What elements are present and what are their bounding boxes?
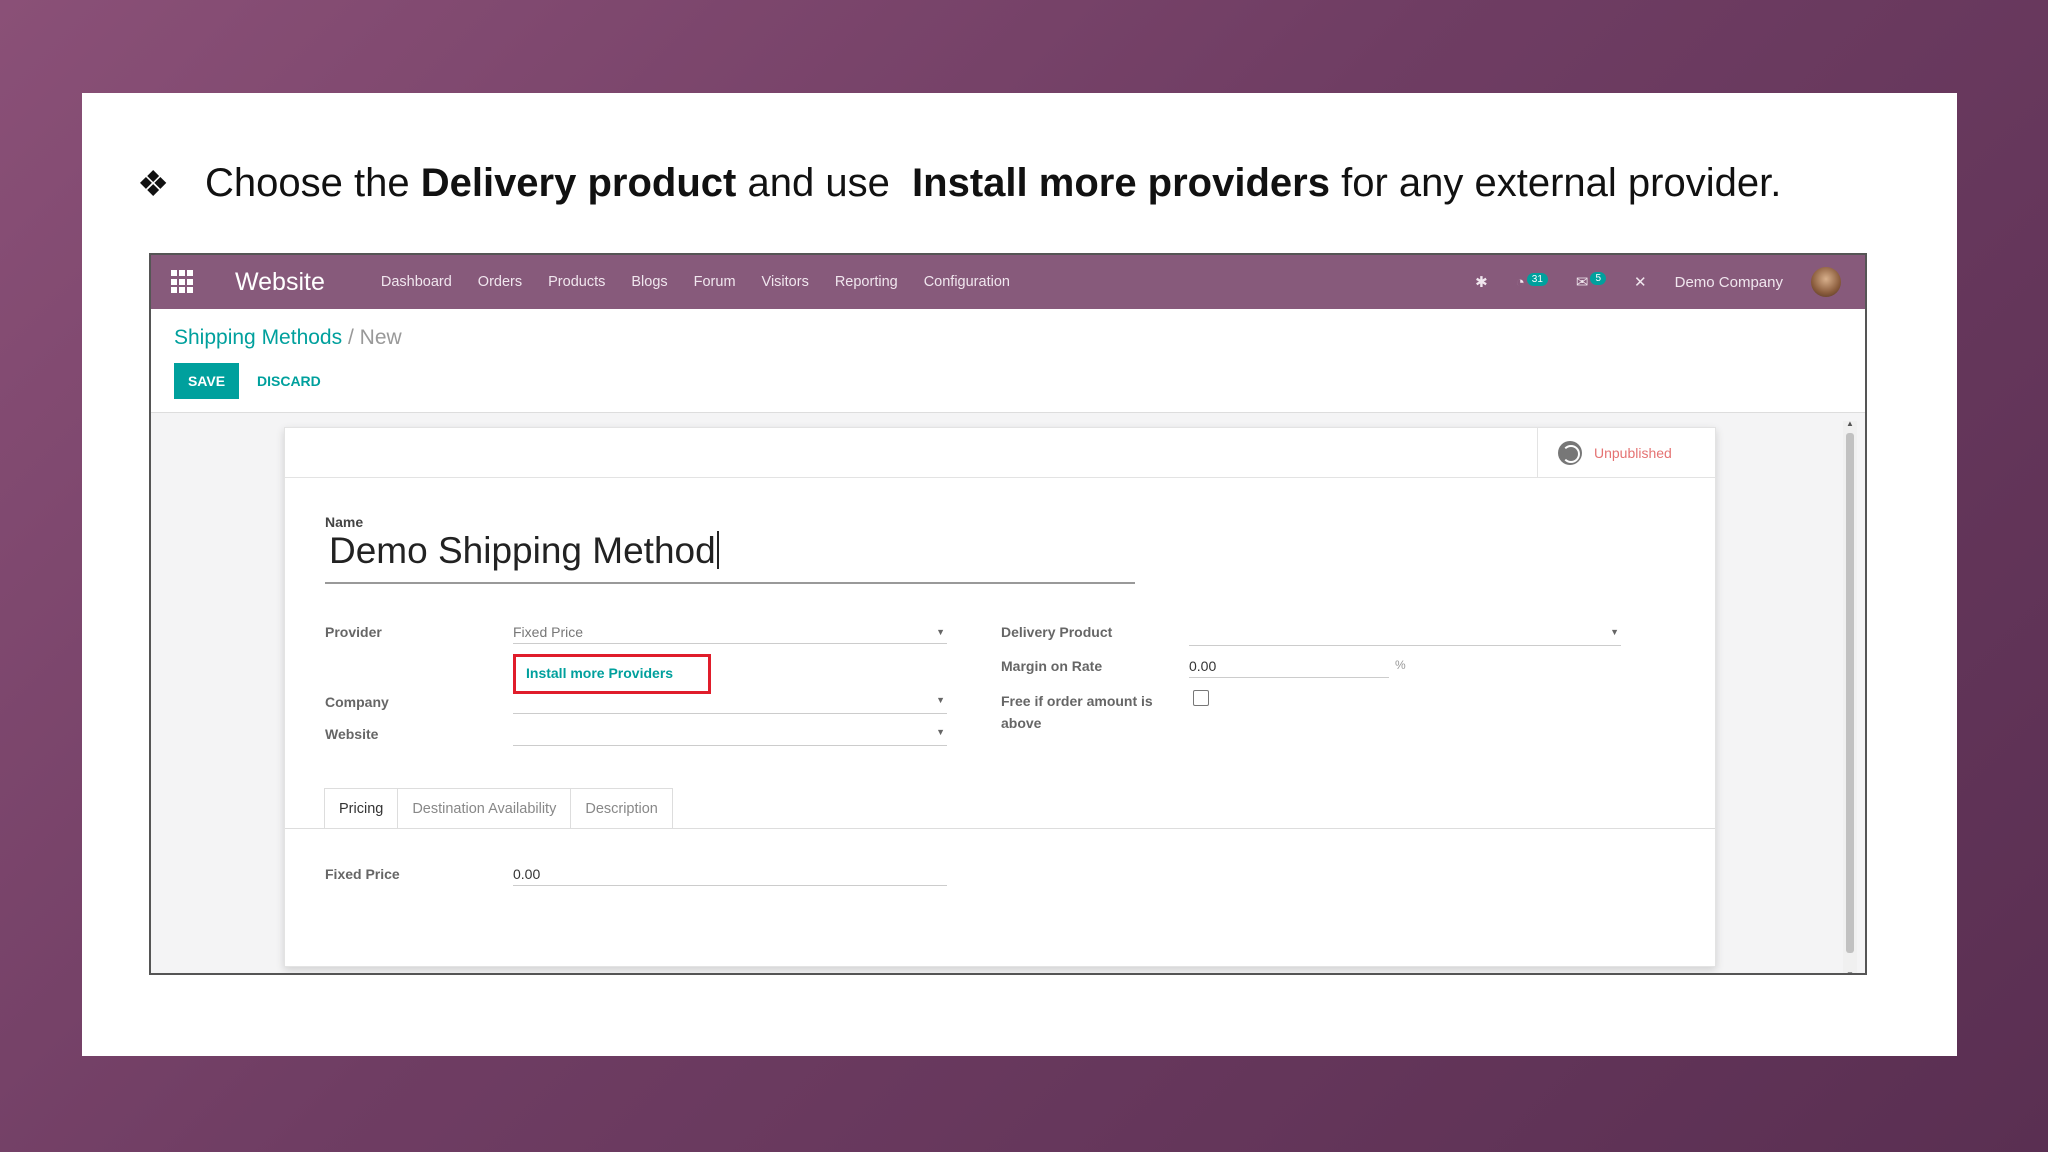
menu-reporting[interactable]: Reporting <box>835 274 898 290</box>
instruction-text: ❖ Choose the Delivery product and use Ins… <box>137 161 1781 206</box>
caret-down-icon: ▼ <box>1610 627 1619 637</box>
activity-icon[interactable]: ◔ 31 <box>1516 272 1548 291</box>
fixed-price-label: Fixed Price <box>325 866 400 882</box>
delivery-product-select[interactable]: ▼ <box>1189 624 1621 646</box>
slide-panel: ❖ Choose the Delivery product and use Ins… <box>82 93 1957 1056</box>
bullet-icon: ❖ <box>137 163 170 204</box>
menu-configuration[interactable]: Configuration <box>924 274 1010 290</box>
instruction-part1: Choose the <box>205 161 421 205</box>
control-panel: Shipping Methods / New SAVE DISCARD <box>151 309 1865 413</box>
bug-icon[interactable]: ✱ <box>1475 273 1488 291</box>
discard-button[interactable]: DISCARD <box>257 373 321 389</box>
fixed-price-value: 0.00 <box>513 866 541 882</box>
breadcrumb-separator: / <box>347 326 354 349</box>
activity-count-badge: 31 <box>1526 272 1548 286</box>
breadcrumb-current: New <box>359 326 402 349</box>
company-label: Company <box>325 694 389 710</box>
delivery-product-label: Delivery Product <box>1001 624 1113 640</box>
tab-destination-availability[interactable]: Destination Availability <box>397 788 572 828</box>
systray: ✱ ◔ 31 ✉ 5 ✕ Demo Company <box>1475 267 1841 297</box>
provider-select[interactable]: Fixed Price ▼ <box>513 624 947 644</box>
company-switcher[interactable]: Demo Company <box>1675 274 1783 291</box>
tools-icon[interactable]: ✕ <box>1634 273 1647 291</box>
publish-toggle[interactable]: Unpublished <box>1537 428 1715 478</box>
tabs-divider <box>285 828 1715 829</box>
user-avatar[interactable] <box>1811 267 1841 297</box>
website-select[interactable]: ▼ <box>513 724 947 746</box>
tab-description[interactable]: Description <box>570 788 673 828</box>
apps-grid-icon[interactable] <box>171 270 195 294</box>
menu-forum[interactable]: Forum <box>694 274 736 290</box>
fixed-price-input[interactable]: 0.00 <box>513 866 947 886</box>
scroll-up-icon[interactable]: ▲ <box>1846 419 1854 428</box>
scrollbar-thumb[interactable] <box>1846 433 1854 953</box>
menu-dashboard[interactable]: Dashboard <box>381 274 452 290</box>
free-over-checkbox[interactable] <box>1193 690 1209 706</box>
scroll-down-icon[interactable]: ▼ <box>1846 970 1854 973</box>
menu-orders[interactable]: Orders <box>478 274 522 290</box>
publish-status: Unpublished <box>1594 445 1672 461</box>
breadcrumb: Shipping Methods / New <box>174 326 402 350</box>
company-select[interactable]: ▼ <box>513 692 947 714</box>
save-button[interactable]: SAVE <box>174 363 239 399</box>
margin-input[interactable]: 0.00 <box>1189 658 1389 678</box>
caret-down-icon: ▼ <box>936 627 945 637</box>
text-cursor <box>716 531 719 569</box>
margin-label: Margin on Rate <box>1001 658 1103 674</box>
caret-down-icon: ▼ <box>936 727 945 737</box>
instruction-part3: for any external provider. <box>1329 161 1782 205</box>
free-over-label: Free if order amount is above <box>1001 690 1153 734</box>
globe-icon <box>1558 441 1582 465</box>
caret-down-icon: ▼ <box>936 695 945 705</box>
instruction-bold2: Install more providers <box>912 161 1330 205</box>
tab-pricing[interactable]: Pricing <box>324 788 399 828</box>
notebook-tabs: Pricing Destination Availability Descrip… <box>324 788 673 828</box>
provider-label: Provider <box>325 624 382 640</box>
name-label: Name <box>325 514 364 530</box>
name-input[interactable]: Demo Shipping Method <box>325 530 1135 584</box>
main-menu: Dashboard Orders Products Blogs Forum Vi… <box>381 274 1010 290</box>
menu-blogs[interactable]: Blogs <box>631 274 667 290</box>
website-label: Website <box>325 726 379 742</box>
messages-icon[interactable]: ✉ 5 <box>1576 272 1607 291</box>
instruction-part2: and use <box>736 161 913 205</box>
free-over-label-line1: Free if order amount is <box>1001 693 1153 709</box>
menu-visitors[interactable]: Visitors <box>762 274 809 290</box>
breadcrumb-shipping-methods[interactable]: Shipping Methods <box>174 326 342 349</box>
name-value: Demo Shipping Method <box>329 530 716 571</box>
install-more-providers-link[interactable]: Install more Providers <box>513 654 711 694</box>
odoo-screenshot: Website Dashboard Orders Products Blogs … <box>149 253 1867 975</box>
app-brand[interactable]: Website <box>235 268 325 297</box>
margin-unit: % <box>1395 658 1406 672</box>
menu-products[interactable]: Products <box>548 274 605 290</box>
button-box: Unpublished <box>285 428 1715 478</box>
margin-value: 0.00 <box>1189 658 1217 674</box>
provider-value: Fixed Price <box>513 624 584 640</box>
top-navbar: Website Dashboard Orders Products Blogs … <box>151 255 1865 309</box>
form-sheet: Unpublished Name Demo Shipping Method Pr… <box>284 427 1716 967</box>
vertical-scrollbar[interactable]: ▲ ▼ <box>1843 419 1857 973</box>
messages-count-badge: 5 <box>1590 272 1607 285</box>
instruction-bold1: Delivery product <box>420 161 737 205</box>
free-over-label-line2: above <box>1001 715 1042 731</box>
